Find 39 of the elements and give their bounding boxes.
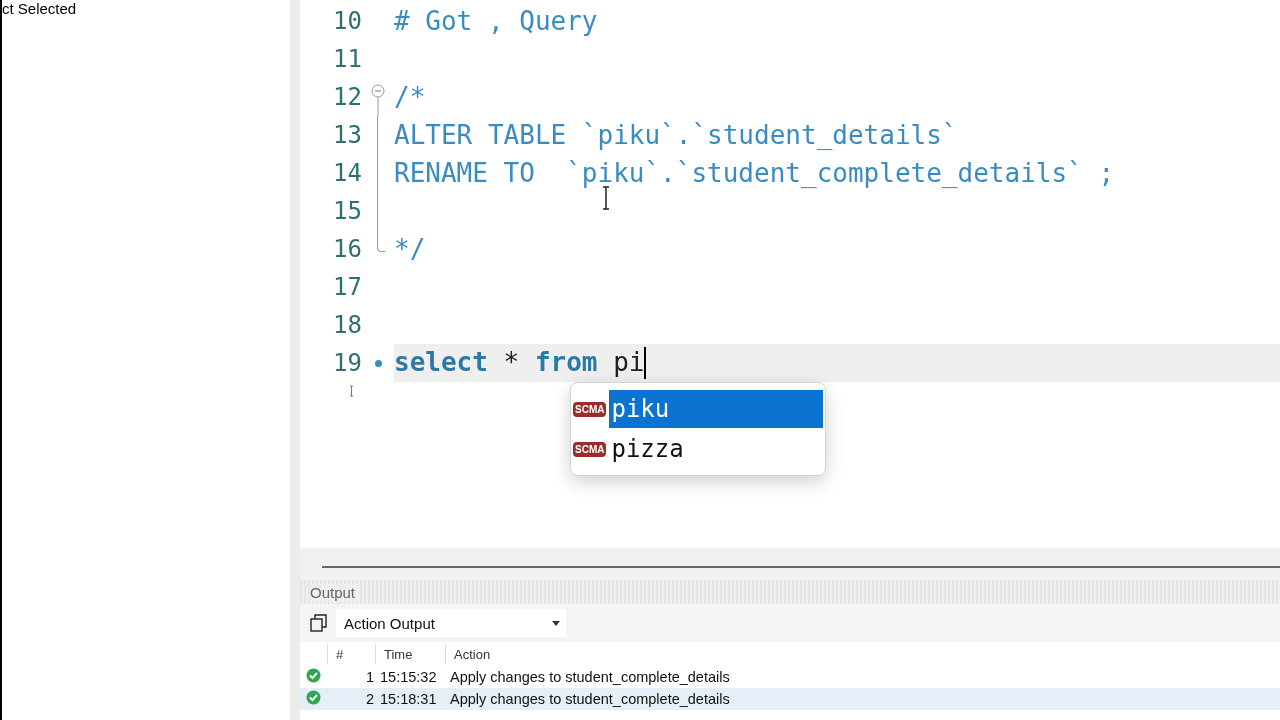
caret-icon — [552, 620, 560, 626]
table-cell-text: Apply changes to student_complete_details — [450, 691, 731, 707]
table-cell-text: 15:18:31 — [380, 691, 438, 707]
line-number: 19 — [332, 349, 362, 377]
line-number: 10 — [332, 7, 362, 35]
output-row[interactable]: 1 15:15:32 Apply changes to student_complete_details — [300, 666, 1280, 688]
fold-icon[interactable] — [371, 84, 385, 116]
suggestion-item[interactable]: piku — [609, 390, 823, 428]
table-cell-text: 2 — [364, 691, 375, 707]
line-number: 18 — [332, 311, 362, 339]
table-cell-text: 1 — [364, 669, 375, 685]
panel-title: Output — [310, 583, 360, 601]
code-line: */ — [394, 234, 426, 264]
table-cell-text: 15:15:32 — [380, 669, 438, 685]
copy-icon[interactable] — [310, 614, 328, 632]
line-number: 15 — [332, 197, 362, 225]
panel-text: ct Selected — [2, 0, 77, 17]
schema-badge: SCMA — [573, 441, 607, 457]
line-number: 17 — [332, 273, 362, 301]
code-line: ALTER TABLE `piku`.`student_details` — [394, 120, 958, 150]
table-cell-text: Apply changes to student_complete_details — [450, 669, 731, 685]
schema-badge: SCMA — [573, 401, 607, 417]
line-number: 11 — [332, 45, 362, 73]
output-dropdown[interactable]: Action Output — [336, 609, 566, 637]
suggestion-item[interactable]: pizza — [609, 430, 823, 468]
code-line: RENAME TO `piku`.`student_complete_details` ; — [394, 158, 1115, 188]
column-header[interactable]: Action — [445, 644, 1280, 664]
column-header[interactable]: Time — [375, 644, 445, 664]
code-line: /* — [394, 82, 426, 112]
code-line: select * from pi — [394, 346, 647, 380]
text-cursor-icon — [602, 186, 610, 210]
line-number: 16 — [332, 235, 362, 263]
output-row[interactable]: 2 15:18:31 Apply changes to student_complete_details — [300, 688, 1280, 710]
line-number: 14 — [332, 159, 362, 187]
code-line: # Got , Query — [394, 6, 598, 36]
line-number: 12 — [332, 83, 362, 111]
line-number: 13 — [332, 121, 362, 149]
text-cursor-icon — [349, 385, 354, 397]
column-header[interactable]: # — [327, 644, 375, 664]
